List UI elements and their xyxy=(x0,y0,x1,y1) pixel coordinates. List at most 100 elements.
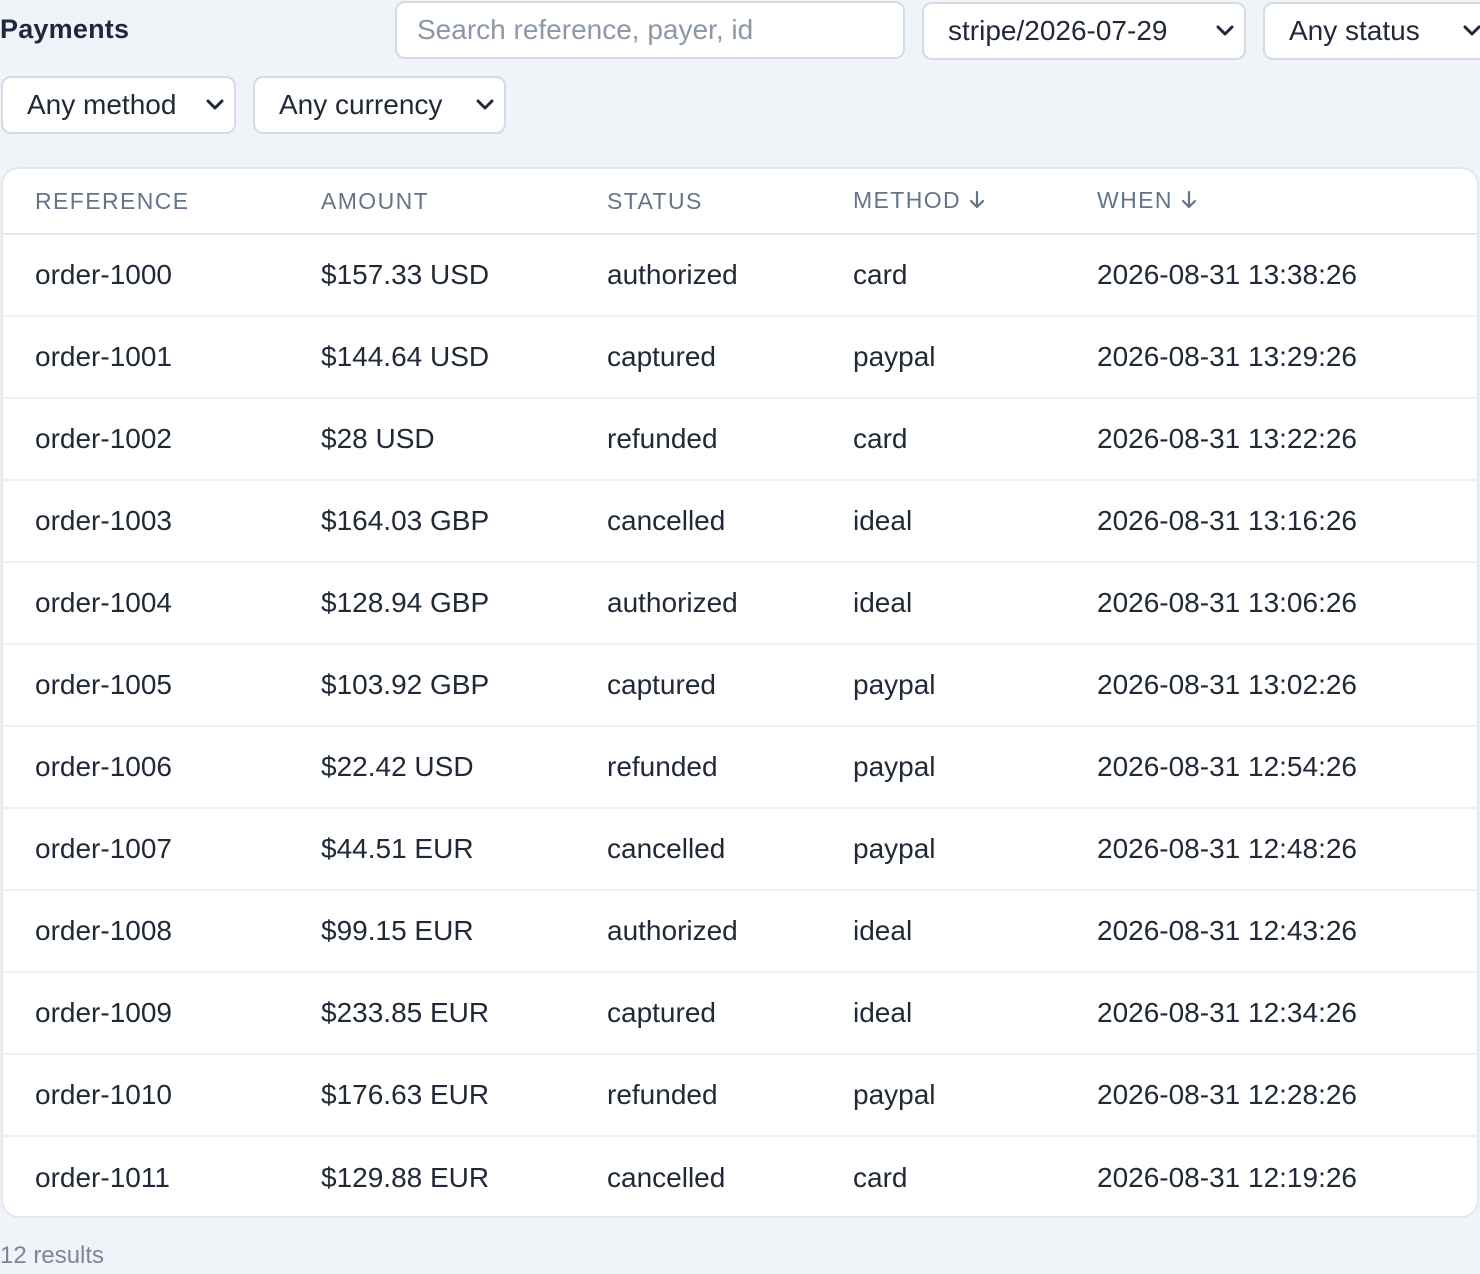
cell-status: cancelled xyxy=(575,808,821,891)
cell-reference: order-1001 xyxy=(3,316,289,399)
cell-method: ideal xyxy=(821,890,1065,973)
cell-when: 2026-08-31 13:29:26 xyxy=(1065,316,1477,399)
cell-status: refunded xyxy=(575,398,821,481)
method-select[interactable]: Any method xyxy=(1,76,236,134)
cell-amount: $233.85 EUR xyxy=(289,972,575,1055)
table-row[interactable]: order-1000 $157.33 USD authorized card 2… xyxy=(3,234,1477,317)
column-header-label: WHEN xyxy=(1097,186,1173,213)
cell-method: paypal xyxy=(821,644,1065,727)
cell-when: 2026-08-31 12:48:26 xyxy=(1065,808,1477,891)
cell-status: refunded xyxy=(575,1054,821,1137)
cell-when: 2026-08-31 13:16:26 xyxy=(1065,480,1477,563)
cell-method: card xyxy=(853,1161,908,1193)
table-row[interactable]: order-1005 $103.92 GBP captured paypal 2… xyxy=(3,644,1477,727)
cell-status: cancelled xyxy=(607,1161,726,1193)
cell-status: cancelled xyxy=(575,480,821,563)
cell-reference: order-1002 xyxy=(3,398,289,481)
cell-reference: order-1006 xyxy=(3,726,289,809)
cell-amount: $128.94 GBP xyxy=(289,562,575,645)
cell-status: authorized xyxy=(575,562,821,645)
cell-status: authorized xyxy=(575,234,821,317)
cell-reference: order-1004 xyxy=(3,562,289,645)
status-select-value: Any status xyxy=(1289,15,1420,46)
column-header-label: REFERENCE xyxy=(35,187,190,214)
dataset-select[interactable]: stripe/2026-07-29 xyxy=(922,2,1246,60)
cell-method: paypal xyxy=(821,726,1065,809)
cell-status: refunded xyxy=(575,726,821,809)
payments-table-card: REFERENCE AMOUNT STATUS METHOD WHEN orde… xyxy=(1,167,1479,1218)
table-row[interactable]: order-1004 $128.94 GBP authorized ideal … xyxy=(3,562,1477,645)
cell-reference: order-1011 xyxy=(35,1161,170,1193)
column-header-amount[interactable]: AMOUNT xyxy=(289,169,575,235)
cell-method: ideal xyxy=(821,480,1065,563)
cell-amount: $44.51 EUR xyxy=(289,808,575,891)
cell-amount: $28 USD xyxy=(289,398,575,481)
cell-amount: $157.33 USD xyxy=(289,234,575,317)
cell-status: captured xyxy=(575,644,821,727)
column-header-status[interactable]: STATUS xyxy=(575,169,821,235)
column-header-when[interactable]: WHEN xyxy=(1065,169,1477,235)
cell-method: paypal xyxy=(821,316,1065,399)
table-row[interactable]: order-1003 $164.03 GBP cancelled ideal 2… xyxy=(3,480,1477,563)
cell-amount: $144.64 USD xyxy=(289,316,575,399)
cell-amount: $176.63 EUR xyxy=(289,1054,575,1137)
cell-status: authorized xyxy=(575,890,821,973)
table-row[interactable]: order-1010 $176.63 EUR refunded paypal 2… xyxy=(3,1054,1477,1137)
cell-status: captured xyxy=(575,972,821,1055)
chevron-down-icon xyxy=(1216,25,1234,37)
chevron-down-icon xyxy=(476,99,494,111)
cell-reference: order-1003 xyxy=(3,480,289,563)
cell-reference: order-1007 xyxy=(3,808,289,891)
method-select-value: Any method xyxy=(27,89,177,120)
chevron-down-icon xyxy=(1463,25,1480,37)
cell-method: ideal xyxy=(821,562,1065,645)
cell-amount: $99.15 EUR xyxy=(289,890,575,973)
cell-reference: order-1005 xyxy=(3,644,289,727)
search-input[interactable] xyxy=(395,1,905,59)
table-row[interactable]: order-1011 $129.88 EUR cancelled card 20… xyxy=(3,1136,1477,1216)
results-count: 12 results xyxy=(0,1242,105,1269)
cell-method: paypal xyxy=(821,1054,1065,1137)
cell-when: 2026-08-31 12:28:26 xyxy=(1065,1054,1477,1137)
dataset-select-value: stripe/2026-07-29 xyxy=(948,15,1168,46)
cell-when: 2026-08-31 13:06:26 xyxy=(1065,562,1477,645)
cell-amount: $22.42 USD xyxy=(289,726,575,809)
cell-status: captured xyxy=(575,316,821,399)
cell-when: 2026-08-31 13:22:26 xyxy=(1065,398,1477,481)
arrow-down-icon xyxy=(969,189,985,216)
cell-method: card xyxy=(821,398,1065,481)
cell-when: 2026-08-31 12:43:26 xyxy=(1065,890,1477,973)
payments-table: REFERENCE AMOUNT STATUS METHOD WHEN orde… xyxy=(3,169,1477,1216)
table-row[interactable]: order-1001 $144.64 USD captured paypal 2… xyxy=(3,316,1477,399)
cell-method: card xyxy=(821,234,1065,317)
chevron-down-icon xyxy=(206,99,224,111)
cell-method: paypal xyxy=(821,808,1065,891)
page-title: Payments xyxy=(0,14,130,44)
cell-reference: order-1008 xyxy=(3,890,289,973)
cell-amount: $164.03 GBP xyxy=(289,480,575,563)
table-header-row: REFERENCE AMOUNT STATUS METHOD WHEN xyxy=(3,169,1477,235)
cell-reference: order-1009 xyxy=(3,972,289,1055)
table-row[interactable]: order-1007 $44.51 EUR cancelled paypal 2… xyxy=(3,808,1477,891)
currency-select-value: Any currency xyxy=(279,89,443,120)
payments-page: Payments stripe/2026-07-29 Any status An… xyxy=(0,0,1480,1274)
cell-reference: order-1010 xyxy=(3,1054,289,1137)
table-row[interactable]: order-1006 $22.42 USD refunded paypal 20… xyxy=(3,726,1477,809)
table-row[interactable]: order-1002 $28 USD refunded card 2026-08… xyxy=(3,398,1477,481)
cell-reference: order-1000 xyxy=(3,234,289,317)
column-header-label: STATUS xyxy=(607,187,703,214)
column-header-method[interactable]: METHOD xyxy=(821,169,1065,235)
column-header-label: METHOD xyxy=(853,186,962,213)
cell-amount: $129.88 EUR xyxy=(321,1161,490,1193)
arrow-down-icon xyxy=(1181,189,1197,216)
status-select[interactable]: Any status xyxy=(1263,2,1480,60)
currency-select[interactable]: Any currency xyxy=(253,76,506,134)
table-row[interactable]: order-1008 $99.15 EUR authorized ideal 2… xyxy=(3,890,1477,973)
cell-amount: $103.92 GBP xyxy=(289,644,575,727)
column-header-reference[interactable]: REFERENCE xyxy=(3,169,289,235)
table-row[interactable]: order-1009 $233.85 EUR captured ideal 20… xyxy=(3,972,1477,1055)
column-header-label: AMOUNT xyxy=(321,187,430,214)
cell-when: 2026-08-31 13:38:26 xyxy=(1065,234,1477,317)
cell-when: 2026-08-31 13:02:26 xyxy=(1065,644,1477,727)
cell-when: 2026-08-31 12:34:26 xyxy=(1065,972,1477,1055)
